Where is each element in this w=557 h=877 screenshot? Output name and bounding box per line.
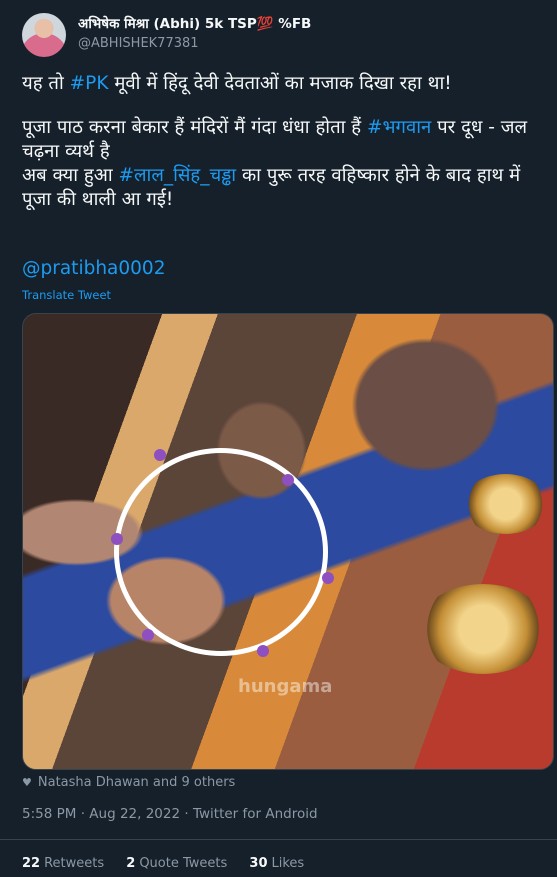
text-line1-pre: यह तो [22,73,70,94]
circle-dot [322,572,334,584]
tweet-meta: 5:58 PM · Aug 22, 2022 · Twitter for And… [22,806,318,822]
liked-by-text: Natasha Dhawan and 9 others [37,775,236,790]
retweets-stat[interactable]: 22 Retweets [22,856,104,871]
liked-by[interactable]: ♥ Natasha Dhawan and 9 others [22,775,235,790]
circle-dot [282,474,294,486]
translate-tweet-link[interactable]: Translate Tweet [22,288,111,302]
author-handle[interactable]: @ABHISHEK77381 [78,36,199,51]
tweet-date[interactable]: Aug 22, 2022 [89,806,180,822]
meta-separator: · [80,806,85,822]
hashtag-pk[interactable]: #PK [70,73,109,94]
circle-dot [154,449,166,461]
highlight-circle [114,448,328,656]
circle-dot [111,533,123,545]
tweet-photo[interactable]: hungama [22,313,554,770]
meta-separator: · [184,806,189,822]
circle-dot [142,629,154,641]
mention-link[interactable]: @pratibha0002 [22,258,165,279]
hashtag-bhagwan[interactable]: #भगवान [367,117,431,138]
retweets-count: 22 [22,856,41,871]
quotes-count: 2 [126,856,136,871]
text-line2-pre: पूजा पाठ करना बेकार हैं मंदिरों मैं गंदा… [22,117,368,138]
author-name[interactable]: अभिषेक मिश्रा (Abhi) 5k TSP💯 %FB [78,14,311,32]
puja-plate-2 [463,474,548,534]
retweets-label: Retweets [44,856,105,871]
circle-dot [257,645,269,657]
tweet-text: यह तो #PK मूवी में हिंदू देवी देवताओं का… [22,72,542,212]
author-avatar[interactable] [22,13,66,57]
tweet-source[interactable]: Twitter for Android [193,806,318,822]
text-line1-post: मूवी में हिंदू देवी देवताओं का मजाक दिखा… [108,73,452,94]
puja-plate-1 [418,584,548,674]
heart-icon: ♥ [22,776,32,789]
quotes-label: Quote Tweets [139,856,228,871]
hashtag-laal-singh-chaddha[interactable]: #लाल_सिंह_चड्ढा [119,165,237,186]
likes-stat[interactable]: 30 Likes [249,856,304,871]
quote-tweets-stat[interactable]: 2 Quote Tweets [126,856,227,871]
divider [0,839,557,840]
text-line3-pre: अब क्या हुआ [22,165,119,186]
tweet-time[interactable]: 5:58 PM [22,806,76,822]
engagement-stats: 22 Retweets 2 Quote Tweets 30 Likes [22,856,322,871]
likes-count: 30 [249,856,268,871]
photo-watermark: hungama [238,676,333,697]
likes-label: Likes [271,856,305,871]
